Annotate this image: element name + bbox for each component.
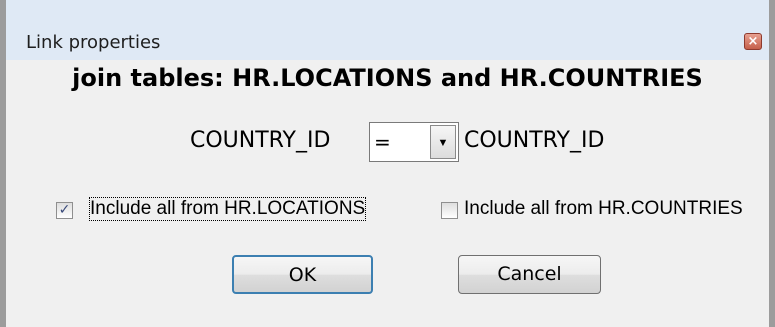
close-icon[interactable]: × — [744, 33, 762, 50]
join-heading: join tables: HR.LOCATIONS and HR.COUNTRI… — [72, 64, 703, 92]
window-title: Link properties — [26, 32, 161, 53]
include-countries-checkbox[interactable] — [441, 202, 458, 219]
dialog-body — [6, 60, 769, 327]
operator-value: = — [374, 130, 391, 154]
ok-button[interactable]: OK — [232, 255, 373, 294]
dropdown-arrow-icon[interactable]: ▼ — [430, 125, 456, 159]
link-properties-dialog: Link properties × join tables: HR.LOCATI… — [0, 0, 775, 327]
operator-select[interactable]: = ▼ — [369, 122, 459, 162]
cancel-button[interactable]: Cancel — [458, 255, 601, 294]
title-bar[interactable]: Link properties × — [6, 0, 769, 60]
include-locations-checkbox[interactable]: ✓ — [56, 202, 73, 219]
window-border-right — [769, 0, 775, 327]
include-countries-label[interactable]: Include all from HR.COUNTRIES — [464, 198, 743, 220]
right-column-label: COUNTRY_ID — [464, 128, 605, 153]
left-column-label: COUNTRY_ID — [190, 128, 331, 153]
include-locations-label[interactable]: Include all from HR.LOCATIONS — [88, 197, 367, 221]
